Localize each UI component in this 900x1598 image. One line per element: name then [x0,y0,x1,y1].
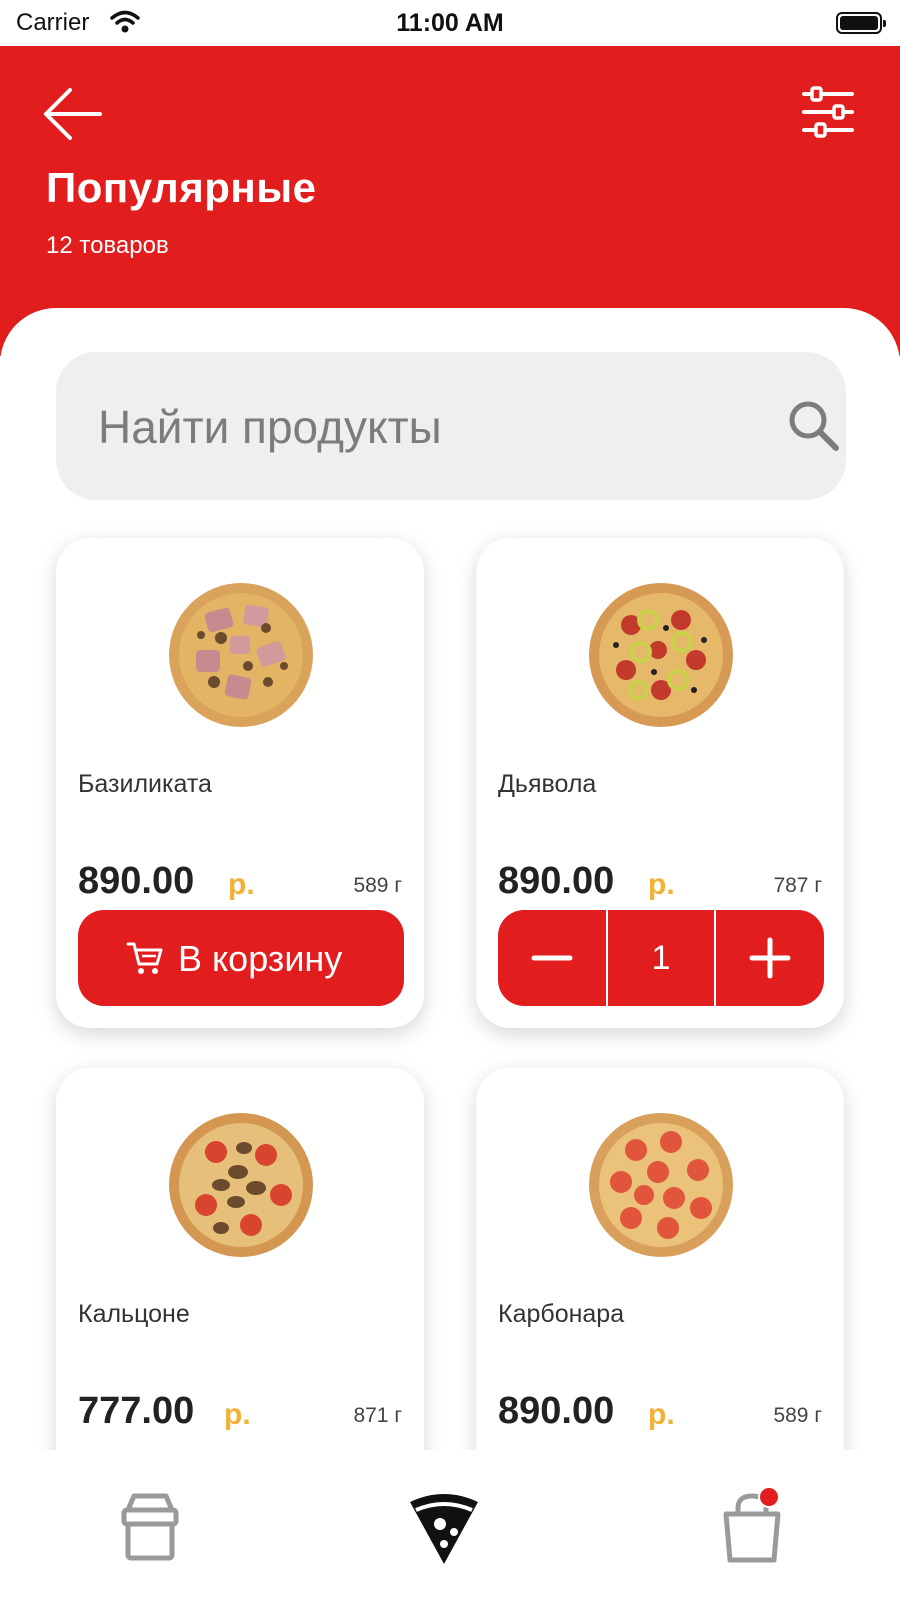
product-weight: 589 г [773,1404,822,1427]
content-sheet: Базиликата 890.00 р. 589 г В корзину [0,308,900,1450]
pizza-image [589,583,733,727]
status-bar: Carrier 11:00 AM [0,0,900,46]
product-card[interactable]: Дьявола 890.00 р. 787 г 1 [476,538,844,1028]
product-weight: 871 г [353,1404,402,1427]
product-price: 890.00 [78,860,195,902]
product-card[interactable]: Базиликата 890.00 р. 589 г В корзину [56,538,424,1028]
currency-label: р. [648,1398,675,1431]
tab-bar [0,1450,900,1598]
product-price: 890.00 [498,1390,615,1432]
shopping-bag-icon [723,1493,781,1563]
back-button[interactable] [40,82,104,146]
battery-icon [836,12,886,34]
arrow-left-icon [44,88,102,140]
tab-cart[interactable] [712,1486,792,1568]
pizza-slice-icon [410,1494,478,1564]
pizza-image [589,1113,733,1257]
add-to-cart-label: В корзину [178,938,343,979]
cart-icon [126,942,163,974]
cart-badge [758,1486,780,1508]
sliders-icon [802,86,854,138]
quantity-stepper: 1 [498,910,824,1006]
increase-button[interactable] [716,910,824,1006]
add-to-cart-button[interactable]: В корзину [78,910,404,1006]
currency-label: р. [224,1398,251,1431]
clock: 11:00 AM [396,9,504,37]
product-name: Карбонара [498,1300,625,1328]
tab-store[interactable] [110,1488,190,1568]
page-title: Популярные [46,164,317,211]
product-card[interactable]: Кальцоне 777.00 р. 871 г [56,1068,424,1450]
search-bar [56,352,846,500]
product-card[interactable]: Карбонара 890.00 р. 589 г [476,1068,844,1450]
pizza-image [169,583,313,727]
product-price: 777.00 [78,1390,195,1432]
product-weight: 589 г [353,874,402,897]
decrease-button[interactable] [498,910,606,1006]
product-name: Базиликата [78,770,212,798]
search-icon[interactable] [784,396,844,456]
search-input[interactable] [98,392,698,462]
item-count: 12 товаров [46,232,169,259]
product-name: Кальцоне [78,1300,190,1328]
pizza-image [169,1113,313,1257]
currency-label: р. [648,868,675,901]
product-weight: 787 г [773,874,822,897]
filter-button[interactable] [800,84,856,140]
store-icon [121,1493,179,1561]
product-price: 890.00 [498,860,615,902]
minus-icon [531,955,573,961]
quantity-value: 1 [606,910,716,1006]
product-name: Дьявола [498,770,597,798]
currency-label: р. [228,868,255,901]
tab-menu[interactable] [404,1488,484,1568]
plus-icon [749,937,791,979]
